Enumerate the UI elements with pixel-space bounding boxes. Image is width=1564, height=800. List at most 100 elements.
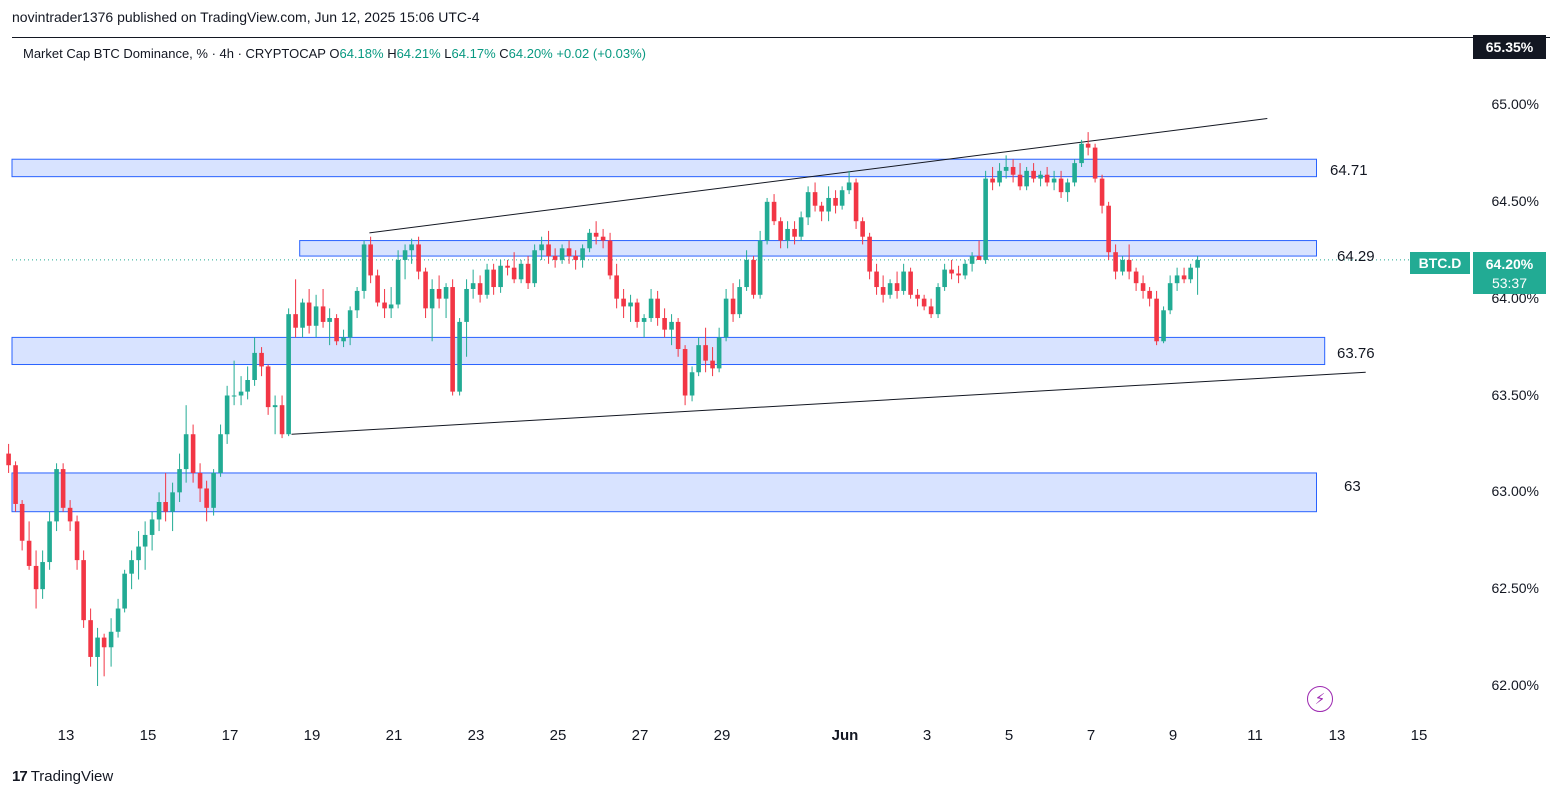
candle-body — [375, 275, 380, 303]
candle-body — [614, 275, 619, 299]
candle-body — [252, 352, 257, 381]
candle-body — [211, 472, 216, 508]
candle-body — [1051, 178, 1057, 183]
candle-body — [429, 288, 435, 309]
candle-body — [839, 190, 845, 206]
candle-body — [313, 306, 319, 326]
candle-body — [634, 302, 640, 322]
time-tick-label: 9 — [1168, 727, 1178, 744]
candle-body — [593, 232, 599, 237]
candle-body — [457, 321, 462, 392]
candle-body — [1167, 283, 1173, 311]
candle-body — [600, 236, 606, 241]
brand-name: TradingView — [30, 768, 114, 785]
candle-body — [47, 521, 52, 563]
candle-body — [928, 306, 934, 315]
brand-footer[interactable]: 17 TradingView — [12, 768, 113, 785]
candle-body — [416, 244, 421, 272]
close-value: 64.20% — [508, 46, 553, 61]
candle-body — [1147, 290, 1152, 299]
time-tick-label: 15 — [1410, 727, 1428, 744]
candle-body — [935, 287, 941, 315]
candle-body — [1079, 143, 1084, 164]
time-tick-label: 27 — [631, 727, 649, 744]
candle-body — [204, 488, 209, 508]
candle-body — [183, 434, 189, 470]
candle-body — [450, 287, 455, 392]
time-tick-label: 13 — [57, 727, 75, 744]
bar-countdown: 53:37 — [1491, 275, 1528, 291]
candle-body — [293, 314, 298, 328]
series-legend[interactable]: Market Cap BTC Dominance, % · 4h · CRYPT… — [23, 46, 646, 61]
candle-body — [60, 469, 66, 508]
candle-body — [108, 631, 114, 648]
candle-body — [395, 259, 401, 305]
candle-body — [833, 197, 838, 206]
candle-body — [477, 283, 483, 295]
candle-body — [874, 271, 879, 288]
candle-body — [969, 256, 975, 264]
candle-body — [696, 345, 701, 373]
time-tick-label: 19 — [303, 727, 321, 744]
low-value: 64.17% — [451, 46, 496, 61]
candle-body — [272, 405, 278, 408]
candle-body — [341, 337, 346, 342]
candle-body — [511, 267, 517, 280]
candle-body — [846, 182, 852, 191]
price-axis[interactable]: 62.00% 62.50% 63.00% 63.50% 64.00% 64.50% 65.0… — [1472, 0, 1562, 760]
candle-body — [894, 283, 900, 291]
last-price: 64.20% — [1485, 256, 1534, 272]
price-tick-label: 63.00% — [1491, 483, 1539, 500]
price-tick-label: 64.50% — [1491, 192, 1539, 209]
candle-body — [607, 240, 613, 276]
candle-body — [498, 265, 503, 288]
candle-body — [689, 372, 695, 396]
candle-body — [484, 269, 490, 295]
candle-body — [703, 345, 708, 361]
candle-body — [983, 178, 988, 260]
candle-body — [224, 395, 230, 435]
last-price-badge: 64.20% 53:37 — [1473, 252, 1546, 294]
candle-body — [675, 321, 681, 350]
candle-body — [757, 240, 763, 295]
change-value: +0.02 (+0.03%) — [556, 46, 646, 61]
candle-body — [819, 205, 824, 212]
candle-body — [327, 318, 332, 322]
candle-body — [1188, 267, 1193, 280]
high-key: H — [387, 46, 397, 61]
candle-body — [1065, 182, 1070, 193]
candle-body — [1038, 174, 1043, 179]
candle-body — [573, 256, 578, 260]
candle-body — [1113, 252, 1118, 272]
candle-body — [737, 287, 742, 315]
chart-plot[interactable] — [0, 0, 1564, 800]
candle-body — [1120, 259, 1125, 272]
candle-body — [539, 244, 544, 251]
candle-body — [163, 502, 168, 512]
lightning-icon[interactable]: ⚡︎ — [1307, 686, 1333, 712]
candle-body — [470, 283, 476, 289]
candle-body — [744, 259, 749, 288]
candle-body — [771, 201, 777, 222]
candle-body — [361, 244, 367, 291]
candle-body — [402, 250, 408, 260]
candle-body — [682, 349, 688, 396]
time-tick-label: 29 — [713, 727, 731, 744]
candle-body — [559, 248, 565, 260]
candle-body — [525, 263, 531, 284]
candle-body — [67, 507, 73, 522]
zone-box — [11, 336, 1326, 366]
price-tick-label: 62.50% — [1491, 580, 1539, 597]
candle-body — [354, 290, 360, 311]
candle-body — [1003, 166, 1009, 171]
candle-body — [880, 287, 886, 295]
candle-body — [245, 380, 250, 392]
candle-body — [655, 298, 660, 319]
time-tick-label: 3 — [922, 727, 932, 744]
time-tick-label: 13 — [1328, 727, 1346, 744]
candles-layer — [6, 132, 1200, 686]
candle-body — [580, 248, 585, 260]
candle-body — [641, 318, 647, 322]
candle-body — [621, 298, 626, 307]
candle-body — [1024, 170, 1029, 187]
